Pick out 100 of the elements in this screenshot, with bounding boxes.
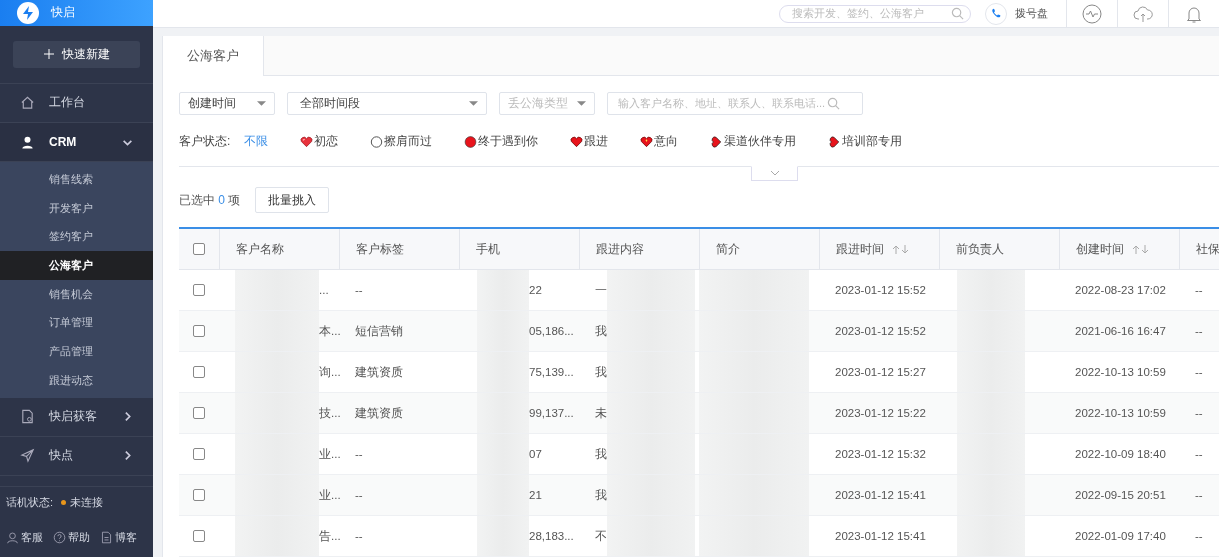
column-header[interactable]: 前负责人 [956,240,1004,258]
batch-pick-button[interactable]: 批量挑入 [255,187,330,213]
table-cell: -- [355,448,363,460]
phone-status-value: 未连接 [70,495,104,510]
document-icon [20,409,35,425]
table-cell: 2023-01-12 15:32 [835,448,926,460]
table-cell: 询... [319,364,341,380]
table-cell: 2022-08-23 17:02 [1075,284,1166,296]
table-cell: 2022-01-09 17:40 [1075,530,1166,542]
table-cell: 建筑资质 [355,405,403,421]
support-icon [6,531,19,544]
table-cell: 我 [595,487,607,503]
table-cell: 未 [595,405,607,421]
submenu-item[interactable]: 订单管理 [0,308,153,338]
document-icon [100,531,113,544]
status-dot-icon [61,500,67,505]
dialpad-link[interactable]: 拨号盘 [1015,6,1048,21]
heart-icon [710,135,724,148]
row-checkbox[interactable] [193,407,205,419]
submenu-item[interactable]: 销售线索 [0,165,153,194]
heart-icon [300,135,314,148]
column-header[interactable]: 创建时间 [1076,240,1150,258]
heart-icon [570,135,584,148]
table-cell: 2022-10-13 10:59 [1075,366,1166,378]
table-cell: 本... [319,323,341,339]
status-option[interactable]: 培训部专用 [828,133,903,150]
expand-toggle[interactable] [751,166,798,181]
phone-icon[interactable] [985,2,1007,25]
table-cell: 99,137... [529,407,574,419]
row-checkbox[interactable] [193,325,205,337]
blurred-area [957,270,1025,310]
status-option[interactable]: 意向 [640,133,679,150]
tab[interactable]: 公海客户 [163,36,264,76]
submenu-item[interactable]: 签约客户 [0,222,153,252]
column-header[interactable]: 简介 [716,240,740,258]
row-checkbox[interactable] [193,489,205,501]
table-cell: 21 [529,489,542,501]
column-header[interactable]: 手机 [476,240,500,258]
table-cell: -- [355,284,363,296]
status-label: 客户状态: [179,133,231,150]
table-cell: 2023-01-12 15:41 [835,489,926,501]
column-header[interactable]: 社保 [1196,240,1219,258]
row-checkbox[interactable] [193,284,205,296]
time-range-select[interactable]: 全部时间段 [287,92,487,115]
submenu-item[interactable]: 跟进动态 [0,365,153,395]
table-cell: 22 [529,284,542,296]
sort-arrows-icon[interactable] [1132,243,1150,255]
sort-arrows-icon[interactable] [892,243,910,255]
submenu-item[interactable]: 公海客户 [0,251,153,280]
table-cell: 07 [529,448,542,460]
blurred-area [477,270,529,310]
table-cell: 我 [595,323,607,339]
status-option[interactable]: 不限 [244,133,269,150]
status-option[interactable]: 擦肩而过 [370,133,433,150]
help-icon [53,531,66,544]
column-header[interactable]: 客户名称 [236,240,284,258]
submenu-item[interactable]: 开发客户 [0,193,153,223]
table-cell: 75,139... [529,366,574,378]
submenu-item[interactable]: 销售机会 [0,279,153,309]
quick-create-button[interactable]: 快速新建 [13,40,140,68]
table-cell: 2021-06-16 16:47 [1075,325,1166,337]
table-cell: 不 [595,528,607,544]
table-cell: 一 [595,282,607,298]
logo-icon [17,1,39,24]
table-cell: 业... [319,446,341,462]
status-option[interactable]: 初恋 [300,133,339,150]
table-cell: -- [1195,325,1203,337]
table-cell: 2023-01-12 15:41 [835,530,926,542]
footer-link[interactable]: 帮助 [53,530,90,545]
table-cell: 告... [319,528,341,544]
row-checkbox[interactable] [193,366,205,378]
user-icon [20,134,35,150]
table-cell: -- [1195,489,1203,501]
time-field-select[interactable]: 创建时间 [179,92,275,115]
caret-icon [577,100,586,107]
table-cell: 2022-09-15 20:51 [1075,489,1166,501]
table-cell: 2023-01-12 15:22 [835,407,926,419]
footer-link[interactable]: 博客 [100,530,137,545]
cloud-upload-icon[interactable] [1133,3,1153,24]
table-cell: 2022-10-13 10:59 [1075,407,1166,419]
status-option[interactable]: 渠道伙伴专用 [710,133,797,150]
table-cell: -- [1195,284,1203,296]
activity-icon[interactable] [1082,3,1102,24]
table-cell: -- [1195,366,1203,378]
column-header[interactable]: 跟进时间 [836,240,910,258]
table-cell: 短信营销 [355,323,403,339]
row-checkbox[interactable] [193,448,205,460]
status-option[interactable]: 跟进 [570,133,609,150]
plus-icon [43,49,54,60]
column-header[interactable]: 客户标签 [356,240,404,258]
column-header[interactable]: 跟进内容 [596,240,644,258]
submenu-item[interactable]: 产品管理 [0,337,153,366]
select-all-checkbox[interactable] [193,243,205,255]
footer-link[interactable]: 客服 [6,530,43,545]
table-cell: -- [355,530,363,542]
row-checkbox[interactable] [193,530,205,542]
status-option[interactable]: 终于遇到你 [464,133,539,150]
menu-item[interactable]: CRM [0,122,153,163]
search-icon [951,7,964,20]
table-cell: -- [355,489,363,501]
